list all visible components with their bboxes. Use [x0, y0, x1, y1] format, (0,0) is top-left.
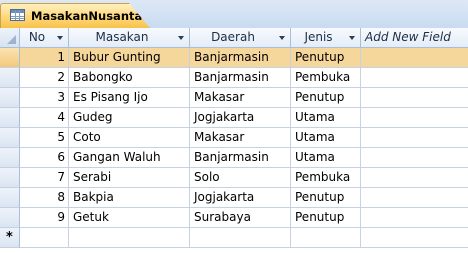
datasheet-grid: No Masakan Daerah Jenis Add New Field 1 … [0, 28, 468, 253]
table-row[interactable]: 5 Coto Makasar Utama [0, 128, 468, 148]
cell-jenis[interactable]: Utama [291, 108, 361, 128]
table-row[interactable]: 4 Gudeg Jogjakarta Utama [0, 108, 468, 128]
cell-masakan[interactable]: Gudeg [69, 108, 190, 128]
cell-no[interactable]: 1 [20, 48, 69, 68]
cell-add-new-field[interactable] [361, 208, 468, 228]
cell-masakan[interactable]: Gangan Waluh [69, 148, 190, 168]
table-row[interactable]: 3 Es Pisang Ijo Makasar Penutup [0, 88, 468, 108]
dropdown-arrow-icon[interactable] [279, 36, 285, 40]
cell-add-new-field[interactable] [361, 128, 468, 148]
cell-no[interactable]: 3 [20, 88, 69, 108]
record-selector[interactable] [0, 88, 20, 108]
cell-masakan[interactable]: Coto [69, 128, 190, 148]
object-tab-strip: MasakanNusantara [0, 0, 468, 28]
column-header-no[interactable]: No [20, 28, 69, 48]
select-all-corner[interactable] [0, 28, 20, 48]
cell-add-new-field[interactable] [361, 88, 468, 108]
cell-masakan[interactable] [69, 228, 190, 248]
column-header-masakan[interactable]: Masakan [69, 28, 190, 48]
cell-no[interactable]: 8 [20, 188, 69, 208]
cell-add-new-field[interactable] [361, 108, 468, 128]
cell-daerah[interactable]: Jogjakarta [190, 108, 291, 128]
table-row[interactable]: 9 Getuk Surabaya Penutup [0, 208, 468, 228]
cell-daerah[interactable]: Solo [190, 168, 291, 188]
record-selector[interactable] [0, 68, 20, 88]
cell-daerah[interactable]: Banjarmasin [190, 48, 291, 68]
tab-masakannusantara[interactable]: MasakanNusantara [0, 3, 150, 28]
cell-daerah[interactable]: Makasar [190, 128, 291, 148]
cell-masakan[interactable]: Bakpia [69, 188, 190, 208]
cell-jenis[interactable]: Pembuka [291, 168, 361, 188]
cell-jenis[interactable]: Penutup [291, 48, 361, 68]
cell-masakan[interactable]: Getuk [69, 208, 190, 228]
table-icon [10, 9, 25, 21]
column-header-label: Daerah [211, 30, 255, 44]
cell-add-new-field[interactable] [361, 168, 468, 188]
cell-daerah[interactable]: Jogjakarta [190, 188, 291, 208]
new-record-row[interactable]: * [0, 228, 468, 248]
cell-no[interactable]: 5 [20, 128, 69, 148]
cell-masakan[interactable]: Es Pisang Ijo [69, 88, 190, 108]
header-row: No Masakan Daerah Jenis Add New Field [0, 28, 468, 48]
record-selector[interactable] [0, 128, 20, 148]
cell-jenis[interactable] [291, 228, 361, 248]
cell-add-new-field[interactable] [361, 68, 468, 88]
table-row[interactable]: 2 Babongko Banjarmasin Pembuka [0, 68, 468, 88]
cell-jenis[interactable]: Utama [291, 148, 361, 168]
record-selector[interactable] [0, 188, 20, 208]
tab-title: MasakanNusantara [31, 9, 156, 23]
cell-add-new-field[interactable] [361, 48, 468, 68]
cell-jenis[interactable]: Penutup [291, 208, 361, 228]
cell-no[interactable]: 7 [20, 168, 69, 188]
cell-no[interactable]: 2 [20, 68, 69, 88]
new-record-icon: * [6, 230, 13, 245]
cell-no[interactable]: 9 [20, 208, 69, 228]
cell-jenis[interactable]: Utama [291, 128, 361, 148]
record-selector[interactable] [0, 108, 20, 128]
cell-masakan[interactable]: Serabi [69, 168, 190, 188]
cell-no[interactable] [20, 228, 69, 248]
cell-masakan[interactable]: Bubur Gunting [69, 48, 190, 68]
column-header-add-new-field[interactable]: Add New Field [361, 28, 468, 48]
add-new-field-label: Add New Field [365, 30, 451, 44]
dropdown-arrow-icon[interactable] [178, 36, 184, 40]
cell-jenis[interactable]: Pembuka [291, 68, 361, 88]
cell-daerah[interactable]: Banjarmasin [190, 68, 291, 88]
record-selector[interactable] [0, 208, 20, 228]
dropdown-arrow-icon[interactable] [349, 36, 355, 40]
column-header-jenis[interactable]: Jenis [291, 28, 361, 48]
cell-masakan[interactable]: Babongko [69, 68, 190, 88]
column-header-label: No [28, 30, 46, 44]
record-selector[interactable] [0, 48, 20, 68]
table-row[interactable]: 8 Bakpia Jogjakarta Penutup [0, 188, 468, 208]
cell-jenis[interactable]: Penutup [291, 188, 361, 208]
cell-no[interactable]: 4 [20, 108, 69, 128]
cell-add-new-field[interactable] [361, 148, 468, 168]
column-header-label: Jenis [304, 30, 333, 44]
table-row[interactable]: 1 Bubur Gunting Banjarmasin Penutup [0, 48, 468, 68]
cell-daerah[interactable]: Makasar [190, 88, 291, 108]
cell-no[interactable]: 6 [20, 148, 69, 168]
cell-add-new-field[interactable] [361, 228, 468, 248]
cell-jenis[interactable]: Penutup [291, 88, 361, 108]
record-selector[interactable] [0, 168, 20, 188]
dropdown-arrow-icon[interactable] [57, 36, 63, 40]
table-row[interactable]: 6 Gangan Waluh Banjarmasin Utama [0, 148, 468, 168]
record-selector[interactable]: * [0, 228, 20, 248]
cell-daerah[interactable]: Surabaya [190, 208, 291, 228]
table-row[interactable]: 7 Serabi Solo Pembuka [0, 168, 468, 188]
column-header-daerah[interactable]: Daerah [190, 28, 291, 48]
cell-daerah[interactable]: Banjarmasin [190, 148, 291, 168]
cell-daerah[interactable] [190, 228, 291, 248]
cell-add-new-field[interactable] [361, 188, 468, 208]
record-selector[interactable] [0, 148, 20, 168]
column-header-label: Masakan [95, 30, 149, 44]
